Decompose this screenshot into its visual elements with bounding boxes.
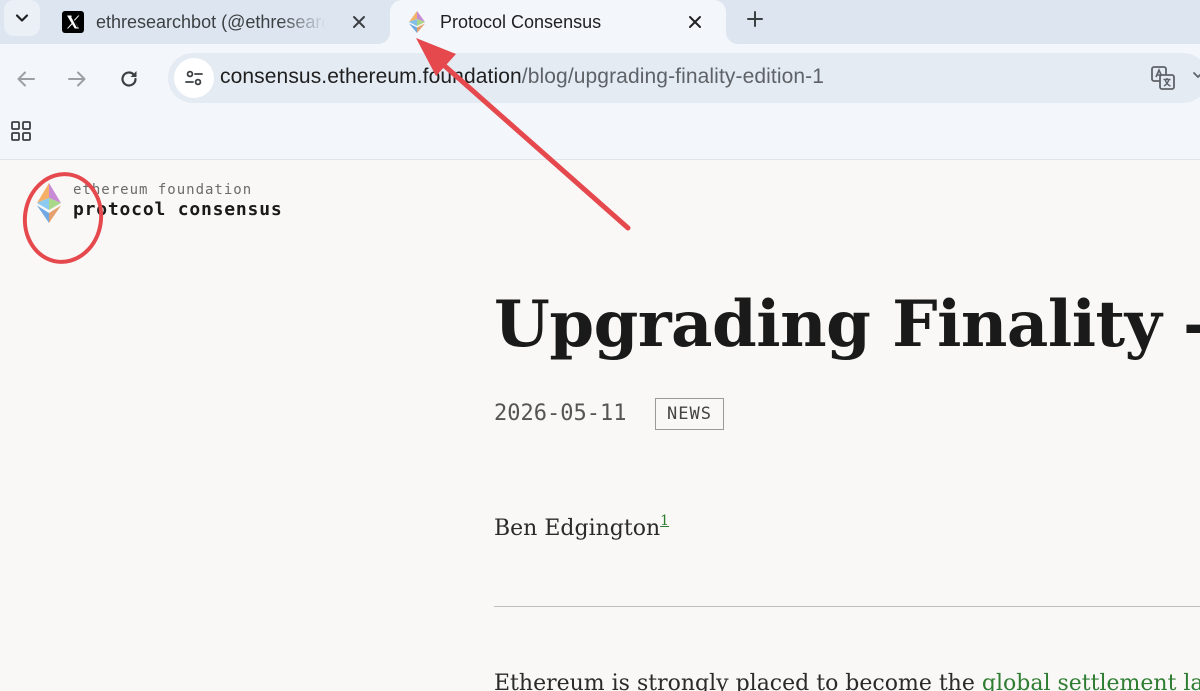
tune-icon (185, 70, 203, 86)
close-icon (689, 16, 701, 28)
tab-search-button[interactable] (4, 0, 40, 36)
url-host: consensus.ethereum.foundation (220, 65, 522, 88)
tab-protocol-consensus[interactable]: Protocol Consensus (390, 0, 726, 44)
post-tag-badge[interactable]: NEWS (655, 398, 724, 430)
footnote-link[interactable]: 1 (660, 513, 669, 529)
tab-title: Protocol Consensus (440, 11, 602, 32)
translate-button[interactable] (1148, 64, 1178, 92)
global-settlement-link[interactable]: global settlement layer (982, 671, 1200, 691)
forward-button[interactable] (62, 64, 92, 94)
apps-grid-icon (11, 121, 31, 141)
back-button[interactable] (11, 64, 41, 94)
intro-text: Ethereum is strongly placed to become th… (494, 671, 982, 691)
chevron-down-icon (15, 14, 29, 22)
chevron-down-icon[interactable] (1192, 69, 1200, 81)
site-info-button[interactable] (174, 58, 214, 98)
url-text[interactable]: consensus.ethereum.foundation/blog/upgra… (220, 65, 824, 89)
arrow-right-icon (68, 71, 86, 87)
divider (494, 606, 1200, 607)
close-tab-button[interactable] (346, 9, 372, 35)
close-icon (353, 16, 365, 28)
url-path: /blog/upgrading-finality-edition-1 (521, 65, 825, 88)
post-intro-paragraph: Ethereum is strongly placed to become th… (494, 671, 1200, 691)
site-logo-link[interactable]: ethereum foundation protocol consensus (36, 181, 336, 225)
tab-title: ethresearchbot (@ethresearchbot) / X (96, 11, 326, 32)
translate-icon (1151, 66, 1175, 90)
apps-button[interactable] (8, 118, 34, 144)
brand-subtitle: ethereum foundation (73, 182, 253, 198)
post-author: Ben Edgington1 (494, 513, 669, 541)
brand-title: protocol consensus (73, 199, 283, 220)
address-bar[interactable]: consensus.ethereum.foundation/blog/upgra… (168, 53, 1200, 103)
new-tab-button[interactable] (740, 4, 770, 34)
reload-icon (121, 71, 137, 87)
plus-icon (747, 11, 763, 27)
x-logo-icon (62, 11, 84, 33)
author-name: Ben Edgington (494, 516, 661, 541)
tab-ethresearchbot[interactable]: ethresearchbot (@ethresearchbot) / X (44, 0, 390, 44)
arrow-left-icon (17, 71, 35, 87)
browser-toolbar: consensus.ethereum.foundation/blog/upgra… (0, 44, 1200, 160)
close-tab-button[interactable] (682, 9, 708, 35)
reload-button[interactable] (114, 64, 144, 94)
post-title: Upgrading Finality - Edition 1 (494, 287, 1200, 362)
ethereum-diamond-icon (406, 11, 428, 33)
tab-strip: ethresearchbot (@ethresearchbot) / X Pro… (0, 0, 1200, 44)
post-date: 2026-05-11 (494, 401, 627, 426)
page-content: ethereum foundation protocol consensus U… (0, 161, 1200, 691)
ethereum-diamond-icon (37, 183, 61, 223)
